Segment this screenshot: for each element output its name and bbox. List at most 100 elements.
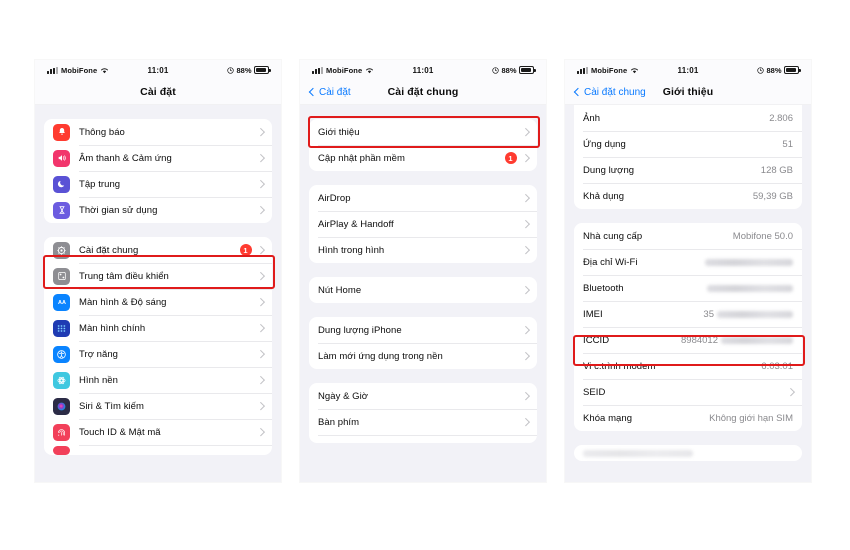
redacted-value-mixed: 35 <box>703 309 793 320</box>
phone-screen-general: MobiFone 11:01 88% Cài đặt Cài đặt chung… <box>300 60 546 482</box>
aa-icon: AA <box>53 293 70 311</box>
nav-bar-about: Cài đặt chung Giới thiệu <box>565 80 811 105</box>
settings-row-wallpaper[interactable]: Hình nền <box>44 367 272 393</box>
general-row-date-time[interactable]: Ngày & Giờ <box>309 383 537 409</box>
chevron-right-icon <box>256 272 265 280</box>
chevron-right-icon <box>256 376 265 384</box>
page-title: Cài đặt <box>140 86 176 98</box>
settings-row-label: Thời gian sử dụng <box>79 204 158 216</box>
general-row-label: Hình trong hình <box>318 244 385 256</box>
chevron-left-icon <box>573 87 583 97</box>
redacted-value <box>705 258 793 266</box>
general-row-software-update[interactable]: Cập nhật phần mềm 1 <box>309 145 537 171</box>
settings-row-label: Cài đặt chung <box>79 244 139 256</box>
about-row-network-lock: Khóa mạng Không giới hạn SIM <box>574 405 802 431</box>
chevron-right-icon <box>786 388 795 396</box>
nav-bar-general: Cài đặt Cài đặt chung <box>300 80 546 105</box>
about-row-value: 8984012 <box>681 334 718 346</box>
nav-bar-settings: Cài đặt <box>35 80 281 105</box>
settings-row-label: Màn hình chính <box>79 322 146 334</box>
about-row-label: Dung lượng <box>583 164 635 176</box>
settings-row-focus[interactable]: Tập trung <box>44 171 272 197</box>
chevron-right-icon <box>256 206 265 214</box>
back-button[interactable]: Cài đặt chung <box>573 86 646 98</box>
about-row-capacity: Dung lượng 128 GB <box>574 157 802 183</box>
settings-row-partial[interactable] <box>44 445 272 455</box>
general-row-airdrop[interactable]: AirDrop <box>309 185 537 211</box>
general-row-keyboard[interactable]: Bàn phím <box>309 409 537 435</box>
chevron-right-icon <box>521 286 530 294</box>
about-row-value: 128 GB <box>760 164 793 176</box>
general-row-about[interactable]: Giới thiệu <box>309 119 537 145</box>
settings-row-sounds-haptics[interactable]: Âm thanh & Cảm ứng <box>44 145 272 171</box>
about-list[interactable]: Ảnh 2.806 Ứng dụng 51 Dung lượng 128 GB … <box>565 105 811 482</box>
settings-row-display-brightness[interactable]: AA Màn hình & Độ sáng <box>44 289 272 315</box>
chevron-left-icon <box>308 87 318 97</box>
settings-row-label: Trung tâm điều khiển <box>79 270 169 282</box>
general-row-iphone-storage[interactable]: Dung lượng iPhone <box>309 317 537 343</box>
about-row-partial <box>574 445 802 461</box>
general-group-1: Giới thiệu Cập nhật phần mềm 1 <box>309 119 537 171</box>
back-button[interactable]: Cài đặt <box>308 86 351 98</box>
chevron-right-icon <box>521 418 530 426</box>
general-row-partial[interactable] <box>309 435 537 443</box>
general-row-airplay-handoff[interactable]: AirPlay & Handoff <box>309 211 537 237</box>
settings-row-home-screen[interactable]: Màn hình chính <box>44 315 272 341</box>
about-group-2: Nhà cung cấp Mobifone 50.0 Địa chỉ Wi-Fi… <box>574 223 802 431</box>
settings-row-label: Thông báo <box>79 126 125 138</box>
settings-row-notifications[interactable]: Thông báo <box>44 119 272 145</box>
general-row-picture-in-picture[interactable]: Hình trong hình <box>309 237 537 263</box>
phone-screen-about: MobiFone 11:01 88% Cài đặt chung Giới th… <box>565 60 811 482</box>
hourglass-icon <box>53 201 70 219</box>
about-row-value: 2.806 <box>769 112 793 124</box>
about-row-label: SEID <box>583 386 606 398</box>
general-row-background-app-refresh[interactable]: Làm mới ứng dụng trong nền <box>309 343 537 369</box>
about-row-label: Ứng dụng <box>583 138 626 150</box>
about-row-seid[interactable]: SEID <box>574 379 802 405</box>
settings-group-2: Cài đặt chung 1 Trung tâm điều khiển AA <box>44 237 272 455</box>
redacted-value <box>583 449 693 457</box>
settings-list[interactable]: Thông báo Âm thanh & Cảm ứng Tập trung T… <box>35 105 281 482</box>
settings-row-label: Trợ năng <box>79 348 119 360</box>
screenshot-stage: MobiFone 11:01 88% Cài đặt Thông báo Âm … <box>0 0 850 550</box>
general-row-label: Dung lượng iPhone <box>318 324 402 336</box>
back-button-label: Cài đặt <box>319 86 351 98</box>
clock-label: 11:01 <box>677 65 699 75</box>
about-row-label: Ảnh <box>583 112 601 124</box>
about-row-label: IMEI <box>583 308 603 320</box>
home-screen-icon <box>53 319 70 337</box>
battery-icon <box>254 66 271 74</box>
chevron-right-icon <box>521 352 530 360</box>
status-bar: MobiFone 11:01 88% <box>35 60 281 80</box>
gear-icon <box>53 241 70 259</box>
settings-group-1: Thông báo Âm thanh & Cảm ứng Tập trung T… <box>44 119 272 223</box>
back-button-label: Cài đặt chung <box>584 86 646 98</box>
wallpaper-icon <box>53 371 70 389</box>
control-center-icon <box>53 267 70 285</box>
settings-row-accessibility[interactable]: Trợ năng <box>44 341 272 367</box>
about-row-label: Vi c.trình modem <box>583 360 656 372</box>
settings-row-label: Touch ID & Mật mã <box>79 426 161 438</box>
general-row-label: Bàn phím <box>318 416 360 428</box>
settings-row-label: Màn hình & Độ sáng <box>79 296 167 308</box>
general-group-2: AirDrop AirPlay & Handoff Hình trong hìn… <box>309 185 537 263</box>
speaker-icon <box>53 149 70 167</box>
chevron-right-icon <box>256 428 265 436</box>
status-badge: 1 <box>504 152 517 164</box>
siri-icon <box>53 397 70 415</box>
about-row-label: ICCID <box>583 334 610 346</box>
about-row-value: 51 <box>782 138 793 150</box>
bell-icon <box>53 123 70 141</box>
battery-icon <box>519 66 536 74</box>
about-row-value: 59,39 GB <box>752 190 793 202</box>
general-group-3: Nút Home <box>309 277 537 303</box>
settings-row-siri-search[interactable]: Siri & Tìm kiếm <box>44 393 272 419</box>
settings-row-touch-id-passcode[interactable]: Touch ID & Mật mã <box>44 419 272 445</box>
general-list[interactable]: Giới thiệu Cập nhật phần mềm 1 AirDrop A… <box>300 105 546 482</box>
general-row-home-button[interactable]: Nút Home <box>309 277 537 303</box>
chevron-right-icon <box>256 154 265 162</box>
settings-row-control-center[interactable]: Trung tâm điều khiển <box>44 263 272 289</box>
settings-row-general[interactable]: Cài đặt chung 1 <box>44 237 272 263</box>
settings-row-screen-time[interactable]: Thời gian sử dụng <box>44 197 272 223</box>
about-row-available: Khả dụng 59,39 GB <box>574 183 802 209</box>
